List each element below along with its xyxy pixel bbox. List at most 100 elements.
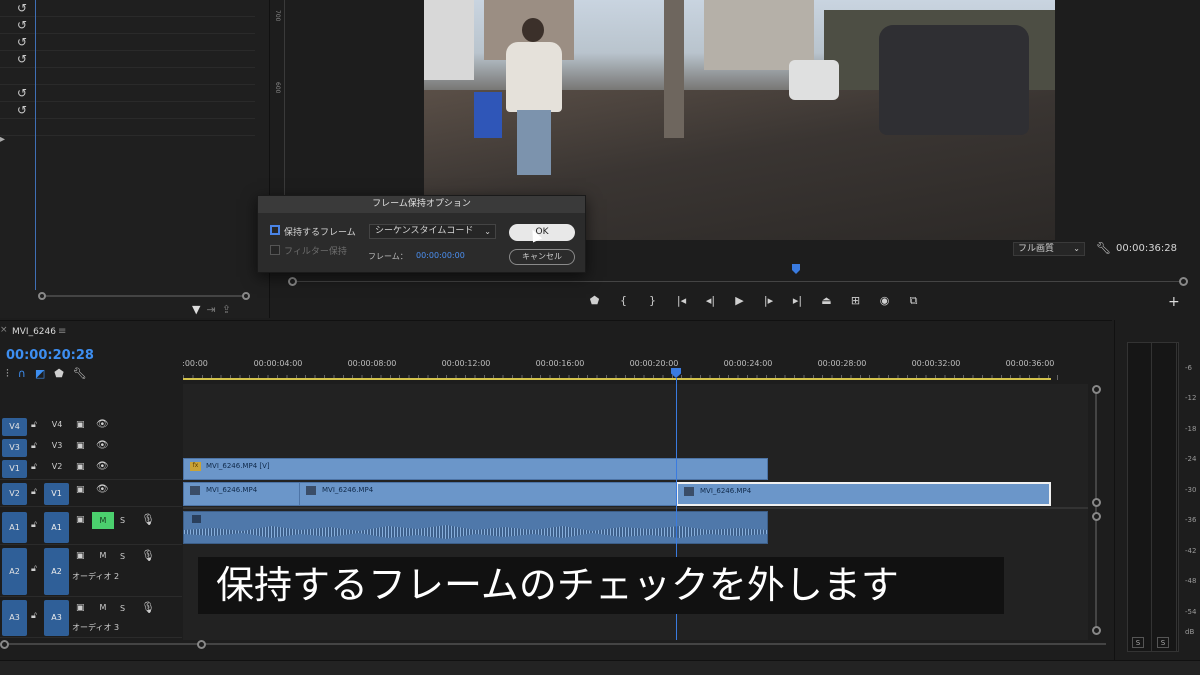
step-back-icon[interactable]: ◂| [696, 292, 725, 310]
source-patch[interactable]: V1 [2, 460, 27, 478]
close-tab-icon[interactable]: × [0, 325, 8, 335]
filter-icon[interactable]: ▼ [192, 303, 206, 316]
history-row[interactable]: ↺ [0, 51, 255, 68]
timeline-timecode[interactable]: 00:00:20:28 [6, 348, 94, 363]
sync-lock-icon[interactable]: ▣ [76, 462, 85, 472]
source-playhead[interactable] [35, 0, 36, 290]
sequence-tab[interactable]: MVI_6246 [12, 327, 56, 337]
hold-source-select[interactable]: シーケンスタイムコード ⌄ [369, 224, 496, 239]
microphone-icon[interactable]: 🎙︎ [141, 549, 155, 562]
history-row[interactable]: ↺ [0, 102, 255, 119]
solo-button[interactable]: S [120, 516, 125, 525]
sync-lock-icon[interactable]: ▣ [76, 515, 85, 525]
lift-icon[interactable]: ⏏ [812, 292, 841, 310]
lock-icon[interactable]: 🔓︎ [31, 441, 37, 451]
export-icon[interactable]: ⇪ [222, 303, 237, 316]
source-scrollbar[interactable] [38, 292, 250, 300]
timeline-vertical-scrollbar[interactable] [1091, 385, 1101, 635]
history-row[interactable] [0, 68, 255, 85]
scroll-handle[interactable] [1092, 498, 1101, 507]
video-clip-v1-selected[interactable]: MVI_6246.MP4 [676, 482, 1051, 506]
scroll-handle[interactable] [1092, 512, 1101, 521]
history-row[interactable]: ↺ [0, 17, 255, 34]
add-button-icon[interactable]: + [1168, 294, 1180, 310]
solo-left-button[interactable]: S [1132, 637, 1144, 648]
go-to-out-icon[interactable]: ▸| [783, 292, 812, 310]
scroll-handle-right[interactable] [242, 292, 250, 300]
zoom-handle-left[interactable] [288, 277, 297, 286]
track-name[interactable]: A2 [44, 548, 69, 595]
video-audio-divider[interactable] [183, 507, 1088, 509]
play-icon[interactable]: ▶ [725, 292, 754, 310]
track-name[interactable]: V3 [47, 441, 67, 450]
scroll-handle-left[interactable] [38, 292, 46, 300]
zoom-handle-right[interactable] [197, 640, 206, 649]
track-name[interactable]: A3 [44, 600, 69, 636]
source-patch[interactable]: V2 [2, 483, 27, 505]
track-name[interactable]: A1 [44, 512, 69, 543]
sync-lock-icon[interactable]: ▣ [76, 485, 85, 495]
microphone-icon[interactable]: 🎙︎ [141, 601, 155, 614]
source-patch[interactable]: A2 [2, 548, 27, 595]
frame-timecode-input[interactable]: 00:00:00:00 [416, 251, 465, 260]
history-row[interactable]: ↺ [0, 85, 255, 102]
sync-lock-icon[interactable]: ▣ [76, 420, 85, 430]
expand-arrow-icon[interactable]: ▸ [0, 134, 5, 145]
zoom-handle-right[interactable] [1179, 277, 1188, 286]
history-row[interactable]: ↺ [0, 34, 255, 51]
lock-icon[interactable]: 🔓︎ [31, 564, 37, 574]
playback-resolution-select[interactable]: フル画質 ⌄ [1013, 242, 1085, 256]
audio-clip-a1[interactable] [183, 511, 768, 544]
mute-button[interactable]: M [92, 599, 114, 616]
extract-icon[interactable]: ⊞ [841, 292, 870, 310]
source-patch[interactable]: A1 [2, 512, 27, 543]
hold-frame-checkbox[interactable] [270, 225, 280, 235]
compare-icon[interactable]: ⧉ [899, 292, 928, 310]
video-clip-v1[interactable]: MVI_6246.MP4 [299, 482, 677, 506]
scroll-handle[interactable] [1092, 626, 1101, 635]
eye-icon[interactable]: 👁︎ [96, 440, 109, 451]
panel-menu-icon[interactable]: ≡ [58, 326, 66, 337]
linked-selection-icon[interactable]: ◩ [35, 367, 45, 381]
source-patch[interactable]: V4 [2, 418, 27, 436]
sync-lock-icon[interactable]: ▣ [76, 603, 85, 613]
cancel-button[interactable]: キャンセル [509, 249, 575, 265]
history-row[interactable]: ↺ [0, 0, 255, 17]
out-point-icon[interactable]: } [638, 292, 667, 310]
track-name[interactable]: V1 [44, 483, 69, 505]
marker-icon[interactable]: ⬟ [580, 292, 609, 310]
ok-button[interactable]: OK [509, 224, 575, 241]
lock-icon[interactable]: 🔓︎ [31, 520, 37, 530]
hold-filters-checkbox[interactable] [270, 245, 280, 255]
lock-icon[interactable]: 🔓︎ [31, 462, 37, 472]
mute-button[interactable]: M [92, 512, 114, 529]
time-ruler[interactable]: :00:00 00:00:04:00 00:00:08:00 00:00:12:… [182, 351, 1060, 381]
source-patch[interactable]: A3 [2, 600, 27, 636]
solo-right-button[interactable]: S [1157, 637, 1169, 648]
video-clip-v1[interactable]: MVI_6246.MP4 [183, 482, 300, 506]
mute-button[interactable]: M [92, 547, 114, 564]
track-name[interactable]: V4 [47, 420, 67, 429]
insert-nest-icon[interactable]: ⫶ [6, 367, 9, 381]
program-playhead[interactable] [792, 264, 800, 274]
sync-lock-icon[interactable]: ▣ [76, 441, 85, 451]
lock-icon[interactable]: 🔓︎ [31, 487, 37, 497]
eye-icon[interactable]: 👁︎ [96, 419, 109, 430]
timeline-settings-icon[interactable]: 🔧︎ [73, 367, 87, 381]
lock-icon[interactable]: 🔓︎ [31, 420, 37, 430]
add-marker-icon[interactable]: ⬟ [54, 367, 64, 381]
go-to-in-icon[interactable]: |◂ [667, 292, 696, 310]
sync-lock-icon[interactable]: ▣ [76, 551, 85, 561]
video-clip-v2[interactable]: fx MVI_6246.MP4 [V] [183, 458, 768, 480]
source-patch[interactable]: V3 [2, 439, 27, 457]
timeline-horizontal-scrollbar[interactable] [0, 640, 1110, 649]
insert-icon[interactable]: ⇥ [206, 303, 221, 316]
solo-button[interactable]: S [120, 552, 125, 561]
work-area-bar[interactable] [183, 378, 1051, 380]
in-point-icon[interactable]: { [609, 292, 638, 310]
track-name[interactable]: V2 [47, 462, 67, 471]
settings-wrench-icon[interactable]: 🔧︎ [1096, 241, 1111, 255]
eye-icon[interactable]: 👁︎ [96, 484, 109, 495]
export-frame-icon[interactable]: ◉ [870, 292, 899, 310]
eye-icon[interactable]: 👁︎ [96, 461, 109, 472]
